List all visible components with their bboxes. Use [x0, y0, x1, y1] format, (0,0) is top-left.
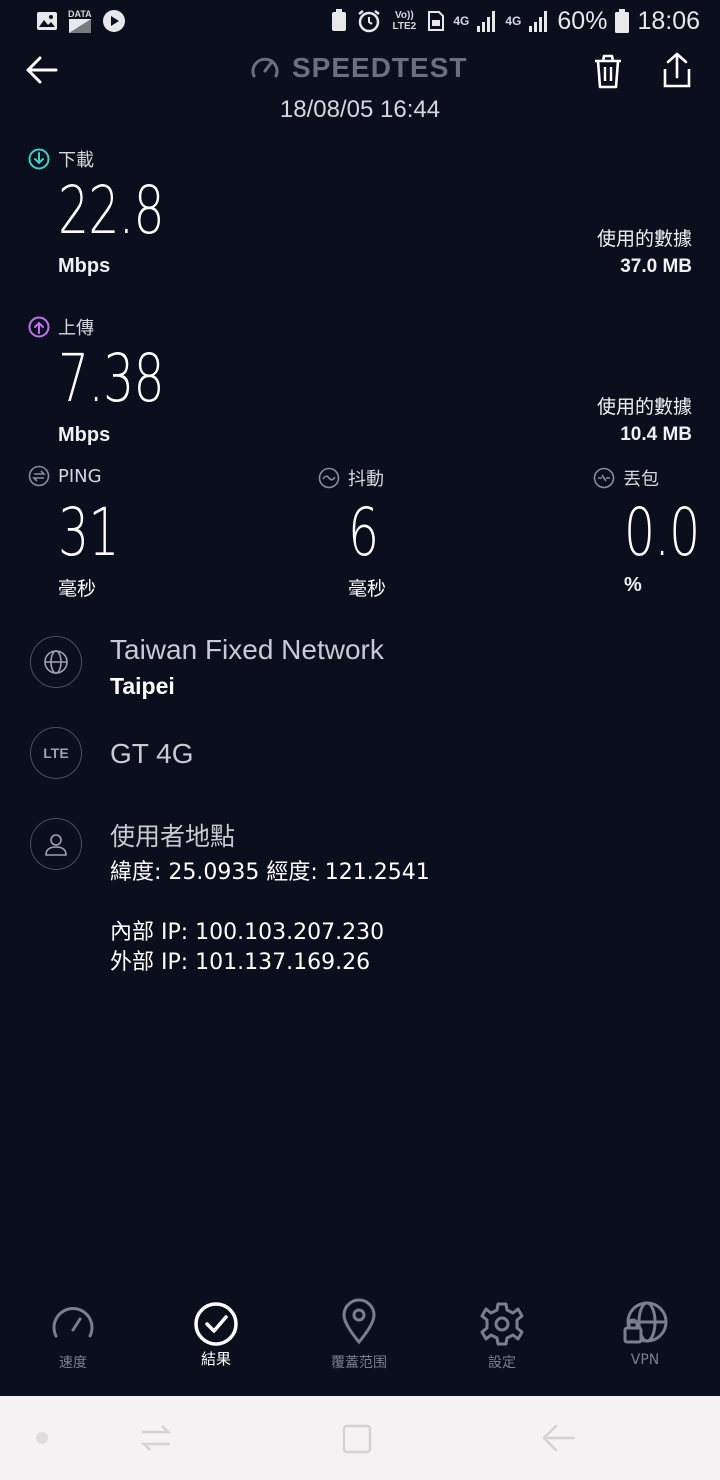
download-speed: 22.8 [58, 172, 165, 249]
share-icon [656, 50, 698, 92]
battery-percent: 60% [557, 6, 608, 35]
download-used-label: 使用的數據 [596, 228, 692, 250]
jitter-unit: 毫秒 [348, 578, 387, 600]
nav-vpn[interactable]: VPN [590, 1290, 700, 1368]
recycle-icon [329, 9, 349, 33]
volte-indicator: Vo)) LTE2 [392, 10, 417, 32]
jitter-label: 抖動 [318, 465, 384, 491]
delete-button[interactable] [588, 52, 628, 92]
nav-coverage-label: 覆蓋范围 [331, 1355, 387, 1371]
speedometer-icon [49, 1290, 97, 1346]
upload-speed: 7.38 [58, 340, 165, 417]
server-provider: Taiwan Fixed Network [110, 634, 384, 665]
nav-results-label: 結果 [200, 1350, 231, 1368]
gear-icon [478, 1290, 526, 1346]
nav-vpn-label: VPN [630, 1352, 660, 1368]
download-unit: Mbps [58, 255, 111, 277]
android-navigation-bar [0, 1396, 720, 1480]
nav-speed[interactable]: 速度 [18, 1290, 128, 1372]
user-icon [43, 831, 69, 857]
download-data-used: 使用的數據 37.0 MB [597, 226, 692, 280]
server-globe-badge [30, 636, 82, 688]
ping-unit: 毫秒 [58, 578, 97, 600]
map-pin-icon [335, 1290, 383, 1346]
jitter-label-text: 抖動 [348, 469, 384, 490]
carrier-name: GT 4G [110, 738, 194, 769]
ping-icon [28, 465, 50, 487]
app-title: SPEEDTEST [250, 52, 467, 84]
status-left-icons: DATA [36, 8, 126, 34]
signal-icon-2 [529, 10, 549, 32]
nav-speed-label: 速度 [59, 1355, 87, 1371]
nav-coverage[interactable]: 覆蓋范围 [304, 1290, 414, 1372]
upload-data-used: 使用的數據 10.4 MB [597, 394, 692, 448]
upload-label: 上傳 [28, 314, 94, 340]
server-city: Taipei [110, 673, 175, 699]
packet-loss-label: 丟包 [593, 465, 659, 491]
packet-loss-icon [593, 467, 615, 489]
ping-value: 31 [58, 494, 119, 571]
share-button[interactable] [656, 50, 698, 92]
gallery-icon [36, 11, 58, 31]
recent-apps-button[interactable] [140, 1422, 172, 1454]
vpn-globe-lock-icon [621, 1290, 669, 1346]
external-ip: 外部 IP: 101.137.169.26 [110, 950, 371, 975]
nav-settings-label: 設定 [488, 1355, 516, 1371]
packet-loss-label-text: 丟包 [623, 469, 659, 490]
network-type-1: 4G [453, 13, 470, 28]
data-saver-icon: DATA [68, 9, 92, 33]
home-square-icon [342, 1424, 372, 1454]
home-dot-indicator [36, 1432, 48, 1444]
check-circle-icon [192, 1290, 240, 1346]
nav-settings[interactable]: 設定 [447, 1290, 557, 1372]
clock: 18:06 [637, 6, 700, 35]
system-back-button[interactable] [540, 1422, 576, 1454]
home-button[interactable] [342, 1424, 372, 1454]
title-text: SPEEDTEST [292, 52, 468, 83]
lte-badge-text: LTE [43, 745, 69, 761]
location-title: 使用者地點 [110, 822, 236, 851]
packet-loss-unit: % [624, 574, 642, 596]
upload-used-label: 使用的數據 [596, 396, 692, 418]
packet-loss-value: 0.0 [624, 494, 700, 571]
jitter-value: 6 [348, 494, 379, 571]
trash-icon [588, 52, 628, 92]
speedometer-icon [250, 53, 280, 83]
battery-icon [615, 9, 630, 33]
download-arrow-icon [28, 148, 50, 170]
test-datetime: 18/08/05 16:44 [279, 96, 441, 123]
sim-icon [427, 10, 445, 32]
jitter-icon [318, 467, 340, 489]
download-label: 下載 [28, 146, 94, 172]
play-icon [102, 9, 126, 33]
status-right-icons: Vo)) LTE2 4G 4G 60% 18:06 [329, 6, 700, 36]
upload-unit: Mbps [58, 424, 111, 446]
back-arrow-icon [540, 1422, 576, 1454]
download-label-text: 下載 [58, 150, 94, 171]
internal-ip: 內部 IP: 100.103.207.230 [110, 920, 385, 945]
ping-label-text: PING [58, 465, 102, 487]
user-location-badge [30, 818, 82, 870]
recent-apps-icon [140, 1422, 172, 1454]
signal-icon-1 [477, 10, 497, 32]
bottom-navigation: 速度 結果 覆蓋范围 設定 VPN [0, 1290, 720, 1396]
arrow-left-icon [22, 50, 62, 90]
coordinates: 緯度: 25.0935 經度: 121.2541 [110, 860, 430, 885]
status-bar: DATA Vo)) LTE2 4G 4G 60% 18:06 [0, 0, 720, 42]
download-used-value: 37.0 MB [620, 256, 692, 277]
network-type-2: 4G [505, 13, 522, 28]
globe-icon [43, 649, 69, 675]
ping-label: PING [28, 465, 102, 487]
upload-arrow-icon [28, 316, 50, 338]
upload-used-value: 10.4 MB [620, 424, 692, 445]
back-button[interactable] [22, 50, 62, 90]
upload-label-text: 上傳 [58, 318, 94, 339]
alarm-icon [357, 9, 381, 33]
nav-results[interactable]: 結果 [161, 1290, 271, 1369]
lte-badge: LTE [30, 727, 82, 779]
